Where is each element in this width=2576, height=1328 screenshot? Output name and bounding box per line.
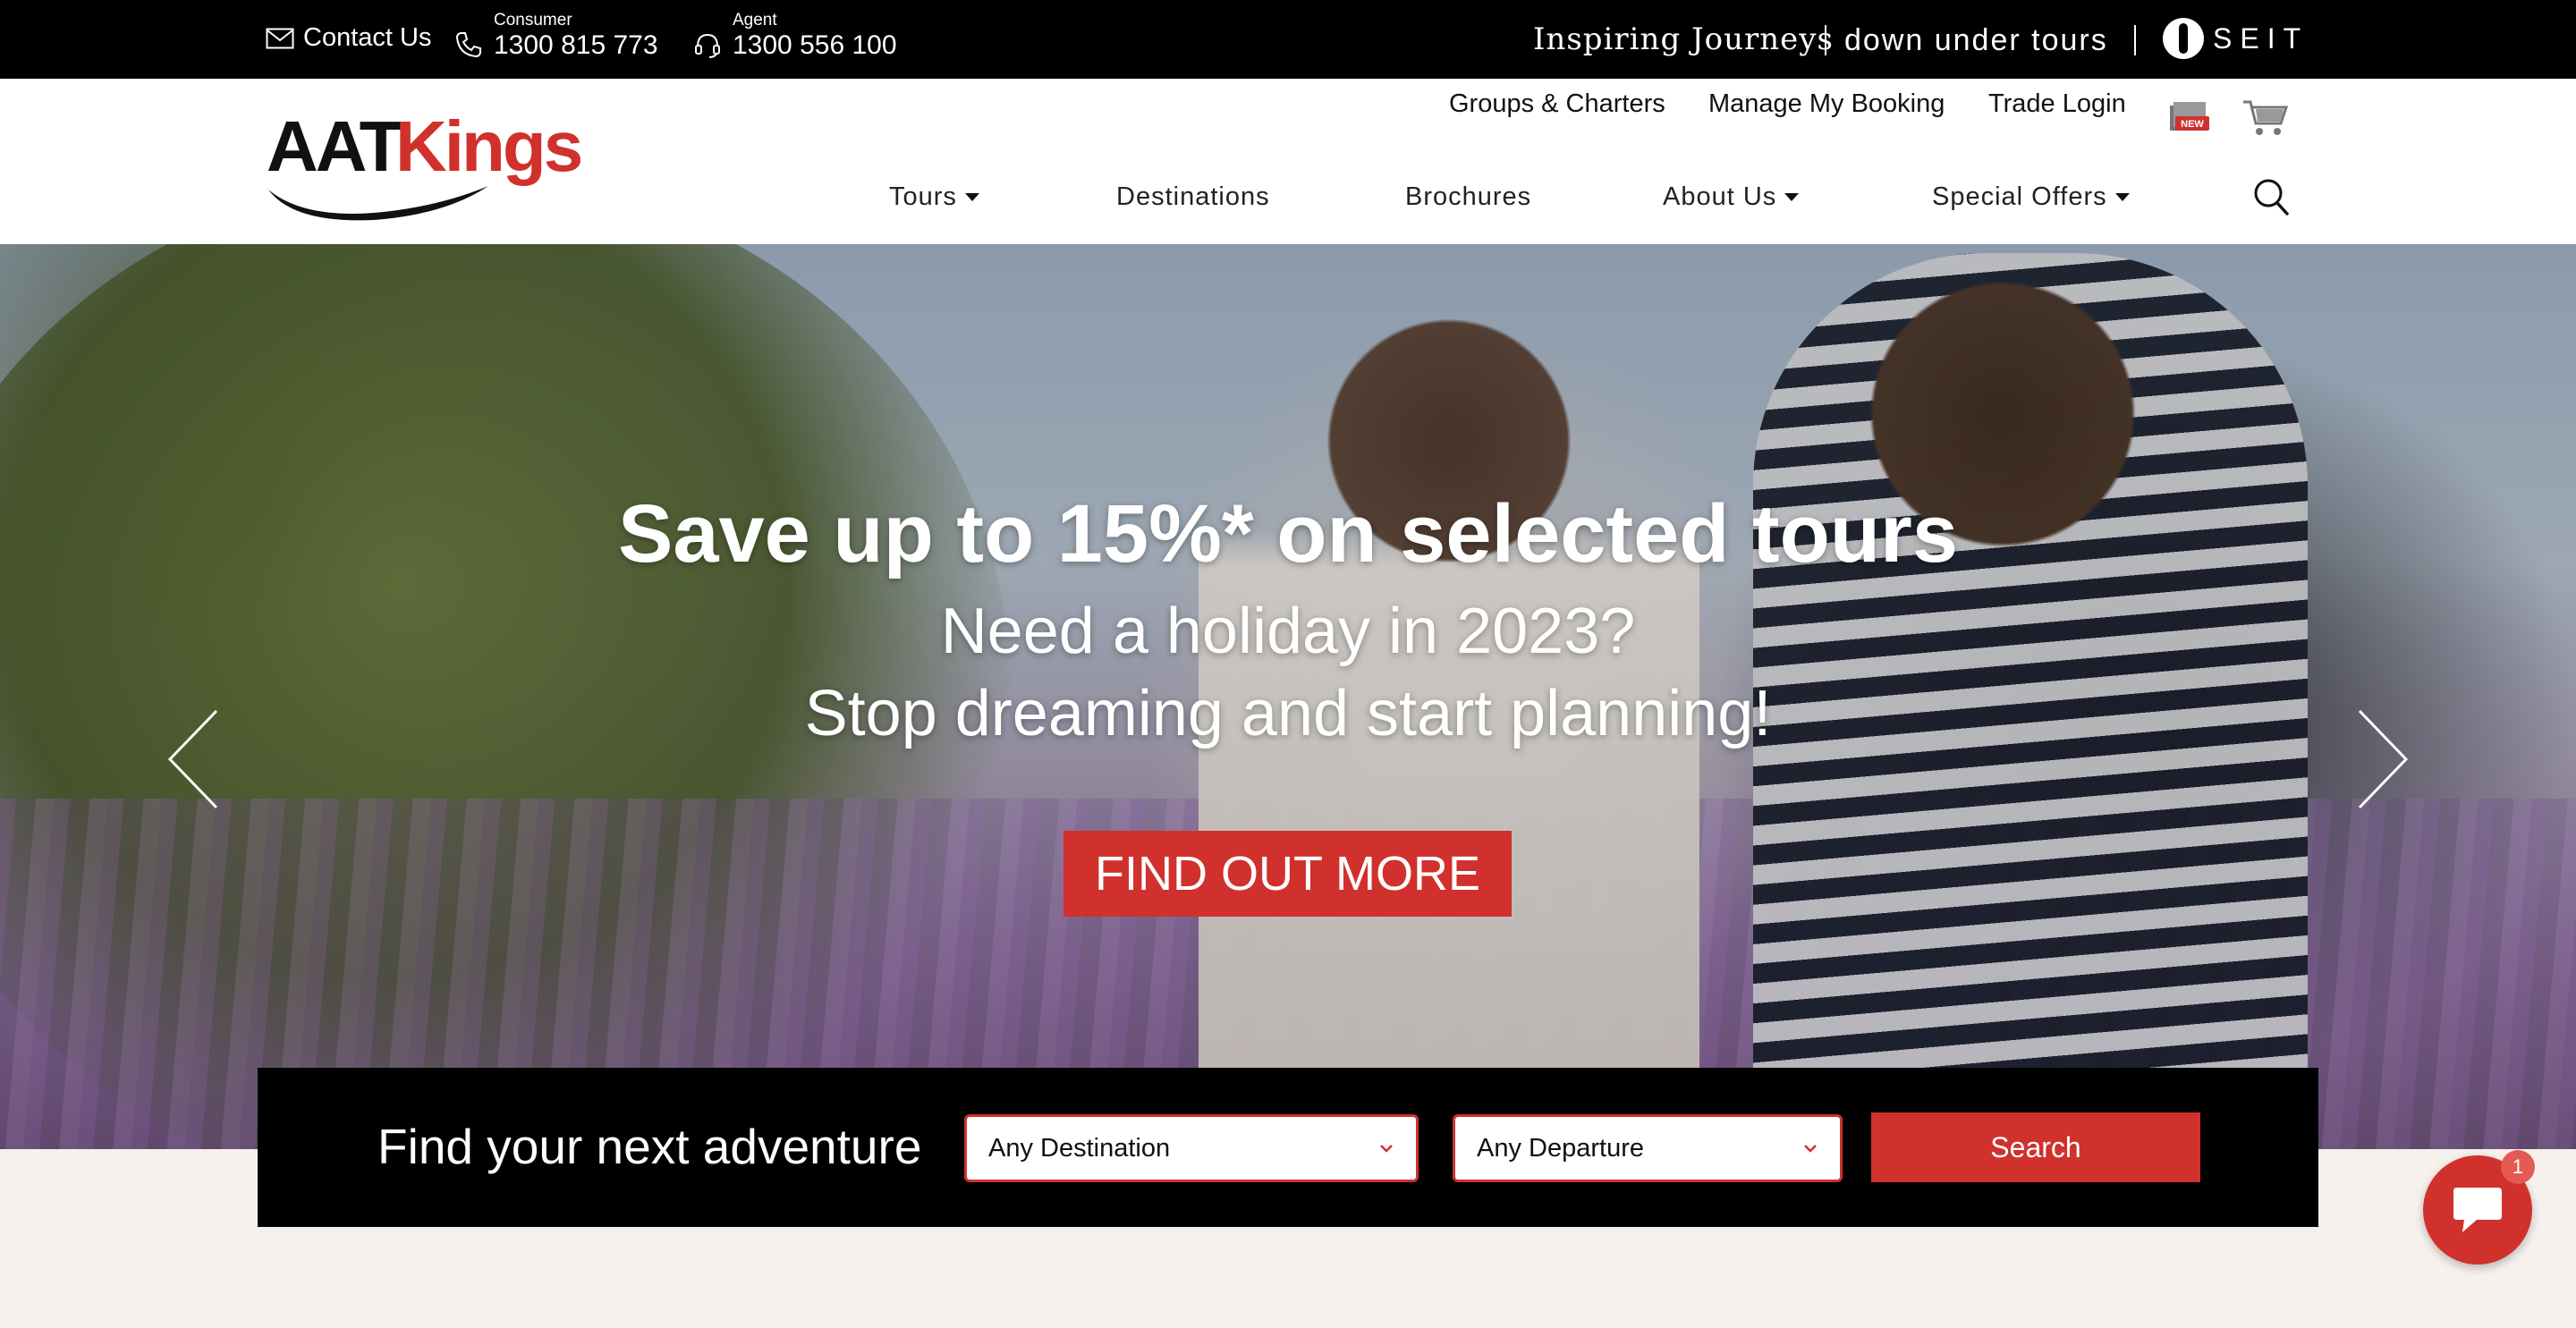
logo-swoosh-icon (268, 186, 488, 221)
cart-icon[interactable] (2241, 97, 2288, 138)
finder-search-button[interactable]: Search (1871, 1112, 2200, 1182)
caret-down-icon (964, 193, 979, 201)
nav-about-label: About Us (1663, 182, 1777, 211)
consumer-label: Consumer (494, 11, 572, 30)
nav-brochures-label: Brochures (1405, 182, 1532, 211)
brochure-new-icon[interactable]: NEW (2166, 98, 2211, 140)
topbar-divider (2134, 25, 2136, 55)
chat-notification-badge: 1 (2501, 1150, 2535, 1184)
find-out-more-button[interactable]: FIND OUT MORE (1063, 831, 1512, 917)
logo-text-kings: Kings (395, 106, 583, 186)
seit-label: SEIT (2213, 21, 2309, 55)
new-badge: NEW (2181, 119, 2204, 130)
caret-down-icon (1784, 193, 1800, 201)
finder-title: Find your next adventure (377, 1119, 922, 1174)
hero-subtitle-1: Need a holiday in 2023? (940, 596, 1636, 667)
nav-special-offers[interactable]: Special Offers (1932, 182, 2130, 212)
nav-brochures[interactable]: Brochures (1405, 182, 1531, 212)
trade-login-link[interactable]: Trade Login (1988, 89, 2126, 119)
nav-destinations-label: Destinations (1116, 182, 1270, 211)
down-under-tours-link[interactable]: down under tours (1844, 23, 2108, 58)
aat-kings-logo[interactable]: AAT Kings (267, 106, 583, 222)
search-icon[interactable] (2252, 177, 2290, 216)
consumer-phone-link[interactable]: Consumer 1300 815 773 (454, 11, 658, 61)
agent-phone-link[interactable]: Agent 1300 556 100 (693, 11, 897, 61)
mail-icon (266, 28, 294, 48)
seit-link[interactable]: SEIT (2163, 18, 2309, 59)
agent-label: Agent (733, 11, 777, 30)
carousel-next-arrow-icon[interactable] (2356, 709, 2410, 809)
headset-icon (695, 33, 720, 58)
nav-about-us[interactable]: About Us (1663, 182, 1800, 212)
topbar-divider (1825, 25, 1826, 55)
nav-special-label: Special Offers (1932, 182, 2107, 211)
contact-us-link[interactable]: Contact Us (266, 23, 431, 53)
consumer-number: 1300 815 773 (494, 30, 658, 60)
tour-finder: Find your next adventure Any Destination… (258, 1068, 2318, 1227)
manage-booking-link[interactable]: Manage My Booking (1708, 89, 1945, 119)
chat-bubble-icon (2453, 1188, 2502, 1232)
caret-down-icon (2114, 193, 2130, 201)
nav-tours[interactable]: Tours (889, 182, 979, 212)
seit-globe-icon (2163, 18, 2204, 59)
destination-select-value: Any Destination (988, 1133, 1171, 1163)
top-bar: Contact Us Consumer 1300 815 773 Agent 1… (0, 0, 2576, 79)
groups-charters-link[interactable]: Groups & Charters (1449, 89, 1665, 119)
contact-us-label: Contact Us (303, 23, 432, 52)
agent-number: 1300 556 100 (733, 30, 897, 60)
destination-select[interactable]: Any Destination (964, 1114, 1419, 1182)
departure-select-value: Any Departure (1477, 1133, 1644, 1163)
phone-icon (455, 32, 481, 58)
hero-title: Save up to 15%* on selected tours (617, 488, 1958, 579)
departure-select[interactable]: Any Departure (1453, 1114, 1843, 1182)
inspiring-journeys-link[interactable]: Inspiring Journeys (1533, 21, 1834, 57)
nav-tours-label: Tours (889, 182, 957, 211)
hero-banner: Save up to 15%* on selected tours Need a… (0, 244, 2576, 1149)
carousel-prev-arrow-icon[interactable] (166, 709, 220, 809)
chevron-down-icon (1380, 1145, 1393, 1153)
nav-destinations[interactable]: Destinations (1116, 182, 1270, 212)
chevron-down-icon (1804, 1145, 1817, 1153)
site-header: AAT Kings Groups & Charters Manage My Bo… (0, 79, 2576, 244)
hero-subtitle-2: Stop dreaming and start planning! (804, 678, 1772, 749)
logo-text-aat: AAT (267, 106, 402, 186)
